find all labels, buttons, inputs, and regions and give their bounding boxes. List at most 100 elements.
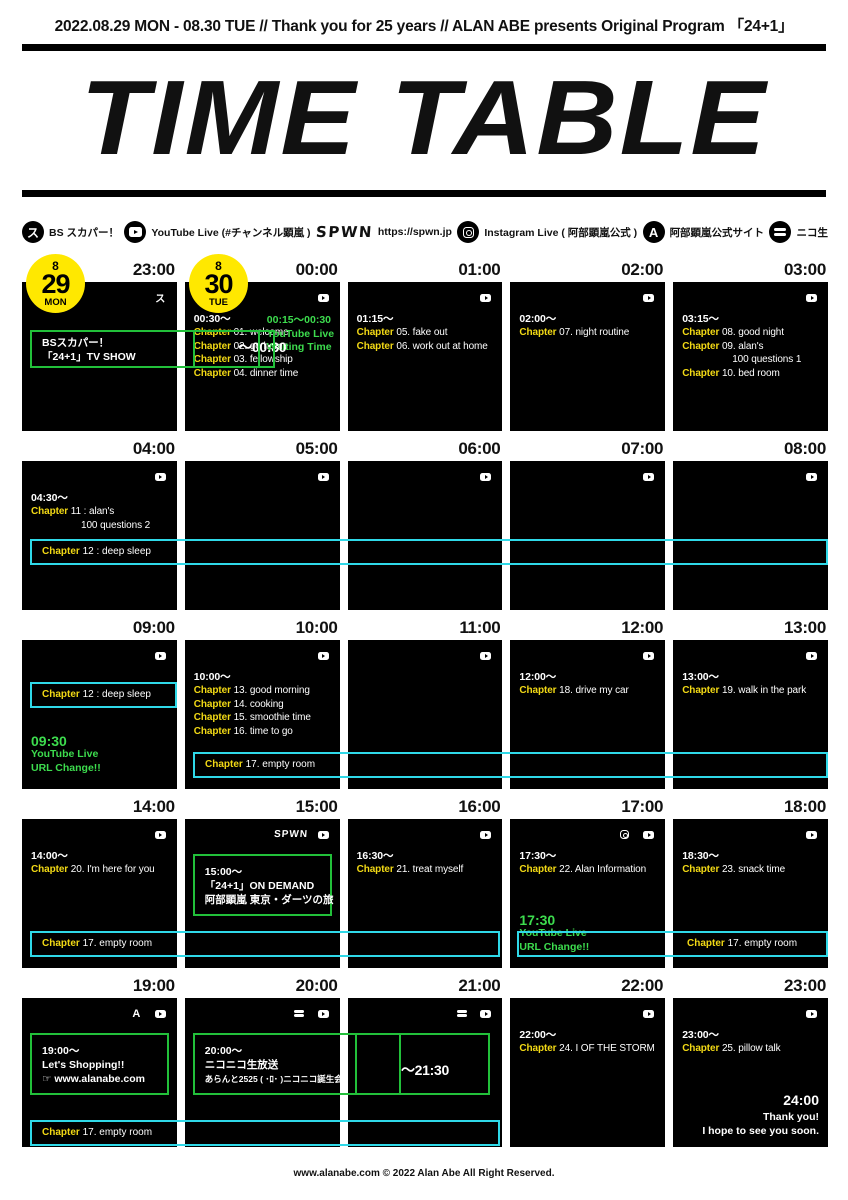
green-box-line: 「24+1」ON DEMAND (204, 880, 315, 892)
cell-icons (476, 646, 496, 665)
row-time-labels: 23:00 00:00 01:00 02:00 03:00 (22, 258, 828, 282)
cell-0200[interactable]: 02:00〜 Chapter 07. night routine (510, 282, 666, 431)
legend: ス BS スカパー！ YouTube Live (#チャンネル顕嵐 ) SPWN htt… (22, 218, 828, 246)
green-box-line: 19:00〜 (42, 1045, 80, 1057)
time-label-2000: 20:00 (295, 976, 338, 995)
divider-bottom (22, 190, 826, 197)
chapter-keyword: Chapter (682, 685, 720, 696)
chapter-line: Chapter 16. time to go (193, 725, 293, 737)
schedule-row-0: 23:00 00:00 01:00 02:00 03:00 ス 00:30〜 Chapter … (22, 258, 828, 431)
chapter-keyword: Chapter (31, 864, 69, 875)
cell-body: 03:15〜 Chapter 08. good night Chapter 09. … (682, 312, 820, 380)
time-label-0100: 01:00 (458, 260, 501, 279)
green-highlight-box[interactable]: 15:00〜「24+1」ON DEMAND 阿部顕嵐 東京・ダーツの旅 (192, 854, 334, 916)
bar-label: Chapter 12 : deep sleep (42, 689, 151, 700)
chapter-line: Chapter 11 : alan's (31, 506, 115, 517)
chapter-keyword: Chapter (42, 546, 80, 557)
cell-body: 12:00〜 Chapter 18. drive my car (519, 670, 657, 698)
bar-label: Chapter 12 : deep sleep (42, 546, 151, 557)
alanabe-site-icon: A (642, 221, 665, 243)
cell-body: 23:00〜 Chapter 25. pillow talk (682, 1028, 820, 1056)
day-badge-0830: 8 30 TUE (189, 254, 248, 313)
cell-body: 14:00〜 Chapter 20. I'm here for you (31, 849, 169, 877)
instagram-icon (457, 221, 480, 243)
cyan-bar-empty-room[interactable]: Chapter 17. empty room (193, 752, 828, 778)
alanabe-site-icon: A (126, 1004, 146, 1023)
cell-icons (476, 288, 496, 307)
cyan-bar-deep-sleep[interactable]: Chapter 12 : deep sleep (30, 539, 828, 565)
legend-item-label: ニコ生 (796, 226, 828, 239)
cell-body: 22:00〜 Chapter 24. I OF THE STORM (519, 1028, 657, 1056)
bar-label: Chapter 17. empty room (687, 938, 798, 949)
cell-icons (802, 1004, 821, 1023)
cell-0500[interactable] (184, 461, 340, 610)
cell-body: 10:00〜 Chapter 13. good morning Chapter 14… (194, 670, 332, 738)
green-note-line: 17:30 (519, 911, 556, 928)
time-label-1400: 14:00 (132, 797, 175, 816)
chapter-keyword: Chapter (193, 685, 231, 696)
green-box-line: 15:00〜 (204, 866, 243, 878)
green-note-line: 09:30 (31, 732, 67, 749)
chapter-line: Chapter 23. snack time (682, 864, 786, 875)
cell-icons (150, 825, 170, 844)
youtube-icon (150, 1004, 170, 1023)
chapter-keyword: Chapter (356, 327, 394, 338)
cyan-bar-empty-room-right[interactable]: Chapter 17. empty room (517, 931, 828, 957)
row-cells: 04:30〜 Chapter 11 : alan's 100 questions 2 (22, 461, 828, 610)
chapter-keyword: Chapter (356, 340, 394, 352)
cell-icons (313, 467, 333, 486)
cell-start-time: 02:00〜 (519, 313, 557, 325)
cell-2200[interactable]: 22:00〜 Chapter 24. I OF THE STORM (510, 998, 666, 1147)
cell-2300[interactable]: 23:00〜 Chapter 25. pillow talk 24:00 Thank … (673, 998, 828, 1147)
green-box-line: ニコニコ生放送 (204, 1059, 279, 1071)
cell-0300[interactable]: 03:15〜 Chapter 08. good night Chapter 09. … (673, 282, 828, 431)
chapter-keyword: Chapter (682, 327, 720, 338)
chapter-line: Chapter 15. smoothie time (193, 712, 311, 724)
youtube-icon (150, 825, 170, 844)
time-label-0800: 08:00 (784, 439, 826, 458)
cell-icons (452, 1004, 496, 1023)
cyan-box-deep-sleep[interactable]: Chapter 12 : deep sleep (30, 682, 177, 708)
cell-start-time: 01:15〜 (356, 313, 394, 325)
green-box-line: Let's Shopping!! (42, 1059, 125, 1071)
cell-start-time: 16:30〜 (356, 850, 394, 862)
cell-0900[interactable]: 09:30 YouTube Live URL Change!! (22, 640, 177, 789)
time-label-1100: 11:00 (459, 618, 501, 637)
cell-icons (802, 646, 821, 665)
green-highlight-box[interactable]: 19:00〜 Let's Shopping!! ☞ www.alanabe.com (30, 1033, 169, 1095)
timetable-poster: 2022.08.29 MON - 08.30 TUE // Thank you … (0, 0, 848, 1200)
cyan-bar-empty-room-left[interactable]: Chapter 17. empty room (30, 931, 500, 957)
cell-0100[interactable]: 01:15〜 Chapter 05. fake out Chapter 06. wo… (347, 282, 503, 431)
cell-body: 01:15〜 Chapter 05. fake out Chapter 06. wo… (357, 312, 495, 353)
chapter-keyword: Chapter (193, 725, 231, 737)
chapter-line: Chapter 22. Alan Information (519, 864, 647, 875)
cell-0800[interactable] (673, 461, 828, 610)
green-box-line: 20:00〜 (204, 1045, 243, 1057)
chapter-line: Chapter 04. dinner time (193, 367, 299, 379)
cyan-bar-empty-room[interactable]: Chapter 17. empty room (30, 1120, 500, 1146)
cell-0600[interactable] (347, 461, 503, 610)
green-highlight-box[interactable]: 20:00〜 ニコニコ生放送 あらんと2525 ( ･ﾛ･ )ニコニコ誕生会 (192, 1033, 401, 1095)
ending-message: 24:00 Thank you! I hope to see you soon. (702, 1091, 819, 1138)
green-box-line: 阿部顕嵐 東京・ダーツの旅 (204, 894, 334, 906)
chapter-keyword: Chapter (519, 327, 557, 338)
youtube-icon (802, 288, 821, 307)
waiting-time-box[interactable] (193, 330, 275, 368)
cell-start-time: 10:00〜 (193, 671, 231, 683)
cell-start-time: 17:30〜 (519, 850, 557, 862)
time-label-0400: 04:00 (132, 439, 175, 458)
chapter-line: 100 questions 1 (732, 354, 802, 366)
cell-0700[interactable] (510, 461, 666, 610)
legend-item-label: BS スカパー！ (49, 226, 120, 239)
schedule-row-3: 14:00 15:00 16:00 17:00 18:00 14:00〜 Chapter 2… (22, 795, 828, 968)
chapter-line: Chapter 24. I OF THE STORM (519, 1043, 655, 1054)
cell-icons (476, 467, 496, 486)
cell-0400[interactable]: 04:30〜 Chapter 11 : alan's 100 questions 2 (22, 461, 177, 610)
youtube-icon (124, 221, 147, 243)
youtube-icon (802, 467, 821, 486)
row-time-labels: 14:00 15:00 16:00 17:00 18:00 (22, 795, 828, 819)
cell-start-time: 04:30〜 (31, 492, 68, 504)
time-label-1000: 10:00 (295, 618, 338, 637)
ending-line: Thank you! (762, 1111, 819, 1123)
chapter-keyword: Chapter (193, 712, 231, 724)
